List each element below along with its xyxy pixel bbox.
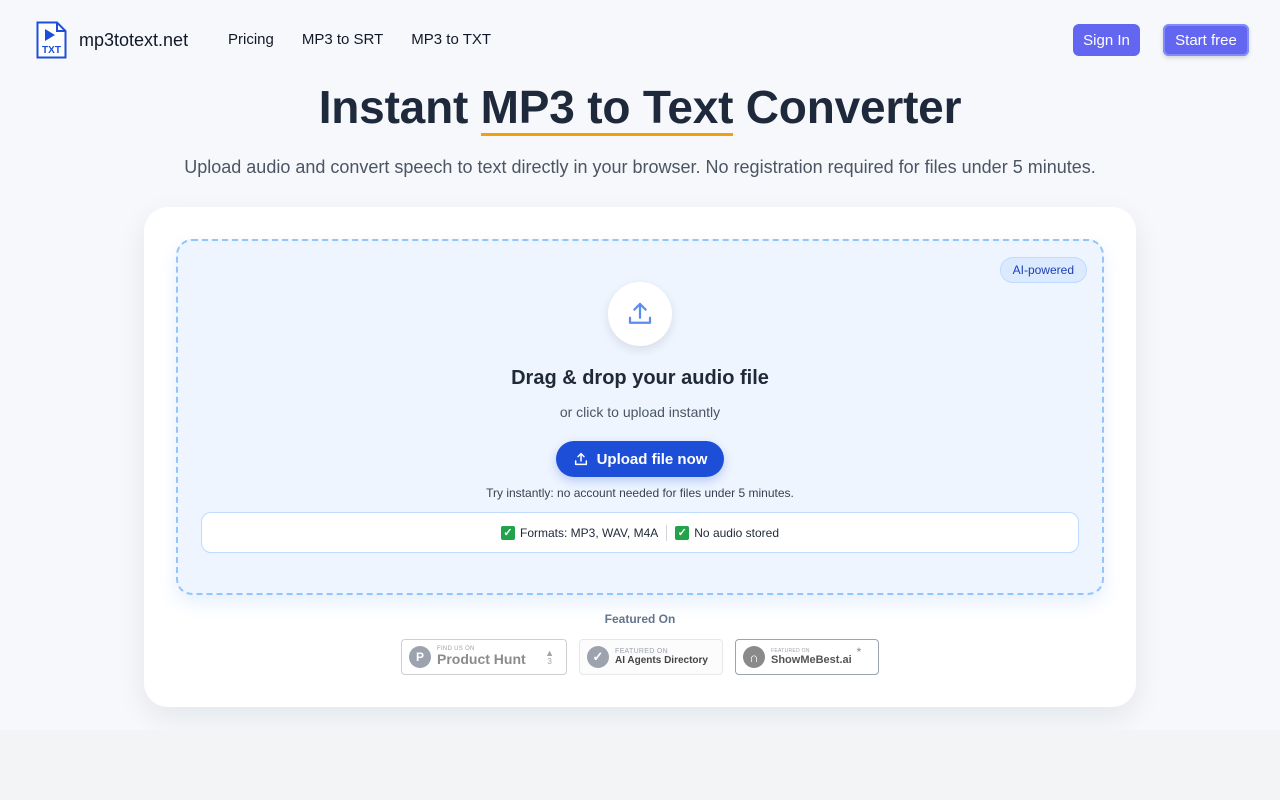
nav-item-mp3-to-txt[interactable]: MP3 to TXT xyxy=(411,31,491,48)
featured-on-label: Featured On xyxy=(604,612,676,626)
check-circle-icon: ✓ xyxy=(587,646,609,668)
feature-no-storage: No audio stored xyxy=(694,525,779,540)
divider xyxy=(666,524,668,541)
feature-formats: Formats: MP3, WAV, M4A xyxy=(520,525,659,540)
page-subtitle: Upload audio and convert speech to text … xyxy=(184,157,1096,177)
site-logo[interactable]: TXT xyxy=(36,21,67,59)
upvote-counter: ▲ 3 xyxy=(545,648,554,666)
start-free-button[interactable]: Start free xyxy=(1163,24,1249,56)
main-nav: Pricing MP3 to SRT MP3 to TXT xyxy=(228,31,491,48)
feature-list: ✓ Formats: MP3, WAV, M4A ✓ No audio stor… xyxy=(201,512,1079,553)
nav-item-pricing[interactable]: Pricing xyxy=(228,31,274,48)
nav-item-mp3-to-srt[interactable]: MP3 to SRT xyxy=(302,31,383,48)
star-icon: ★ xyxy=(855,647,862,654)
badge-title: ShowMeBest.ai xyxy=(771,653,852,666)
site-name[interactable]: mp3totext.net xyxy=(79,30,188,51)
title-suffix: Converter xyxy=(733,81,962,133)
file-dropzone[interactable]: AI-powered Drag & drop your audio file o… xyxy=(176,239,1104,595)
upvote-count: 3 xyxy=(547,656,552,666)
showmebest-badge[interactable]: ∩ FEATURED ON ShowMeBest.ai ★ xyxy=(735,639,879,675)
upload-file-button[interactable]: Upload file now xyxy=(556,441,724,477)
badge-caption: FEATURED ON xyxy=(615,648,668,655)
product-hunt-icon: P xyxy=(409,646,431,668)
ai-agents-directory-badge[interactable]: ✓ FEATURED ON AI Agents Directory xyxy=(579,639,723,675)
check-icon: ✓ xyxy=(501,525,515,540)
check-icon: ✓ xyxy=(675,525,690,540)
title-highlight: MP3 to Text xyxy=(480,81,733,136)
upload-icon xyxy=(574,452,587,466)
showmebest-logo-icon: ∩ xyxy=(743,646,765,668)
upload-icon-circle xyxy=(608,282,672,346)
svg-text:TXT: TXT xyxy=(42,45,61,56)
upload-card: AI-powered Drag & drop your audio file o… xyxy=(144,207,1136,707)
sign-in-button[interactable]: Sign In xyxy=(1073,24,1140,56)
badge-title: AI Agents Directory xyxy=(615,655,708,666)
dropzone-title: Drag & drop your audio file xyxy=(511,367,769,389)
upload-icon xyxy=(628,302,652,324)
footer-background xyxy=(0,730,1280,800)
upload-button-label: Upload file now xyxy=(596,450,708,468)
product-hunt-badge[interactable]: P FIND US ON Product Hunt ▲ 3 xyxy=(401,639,567,675)
badge-title: Product Hunt xyxy=(437,651,526,668)
page-title: Instant MP3 to Text Converter xyxy=(0,80,1280,136)
dropzone-subtitle: or click to upload instantly xyxy=(559,404,721,420)
ai-powered-badge: AI-powered xyxy=(999,257,1087,283)
title-prefix: Instant xyxy=(318,81,481,133)
file-audio-icon: TXT xyxy=(36,21,67,59)
dropzone-note: Try instantly: no account needed for fil… xyxy=(486,486,794,500)
